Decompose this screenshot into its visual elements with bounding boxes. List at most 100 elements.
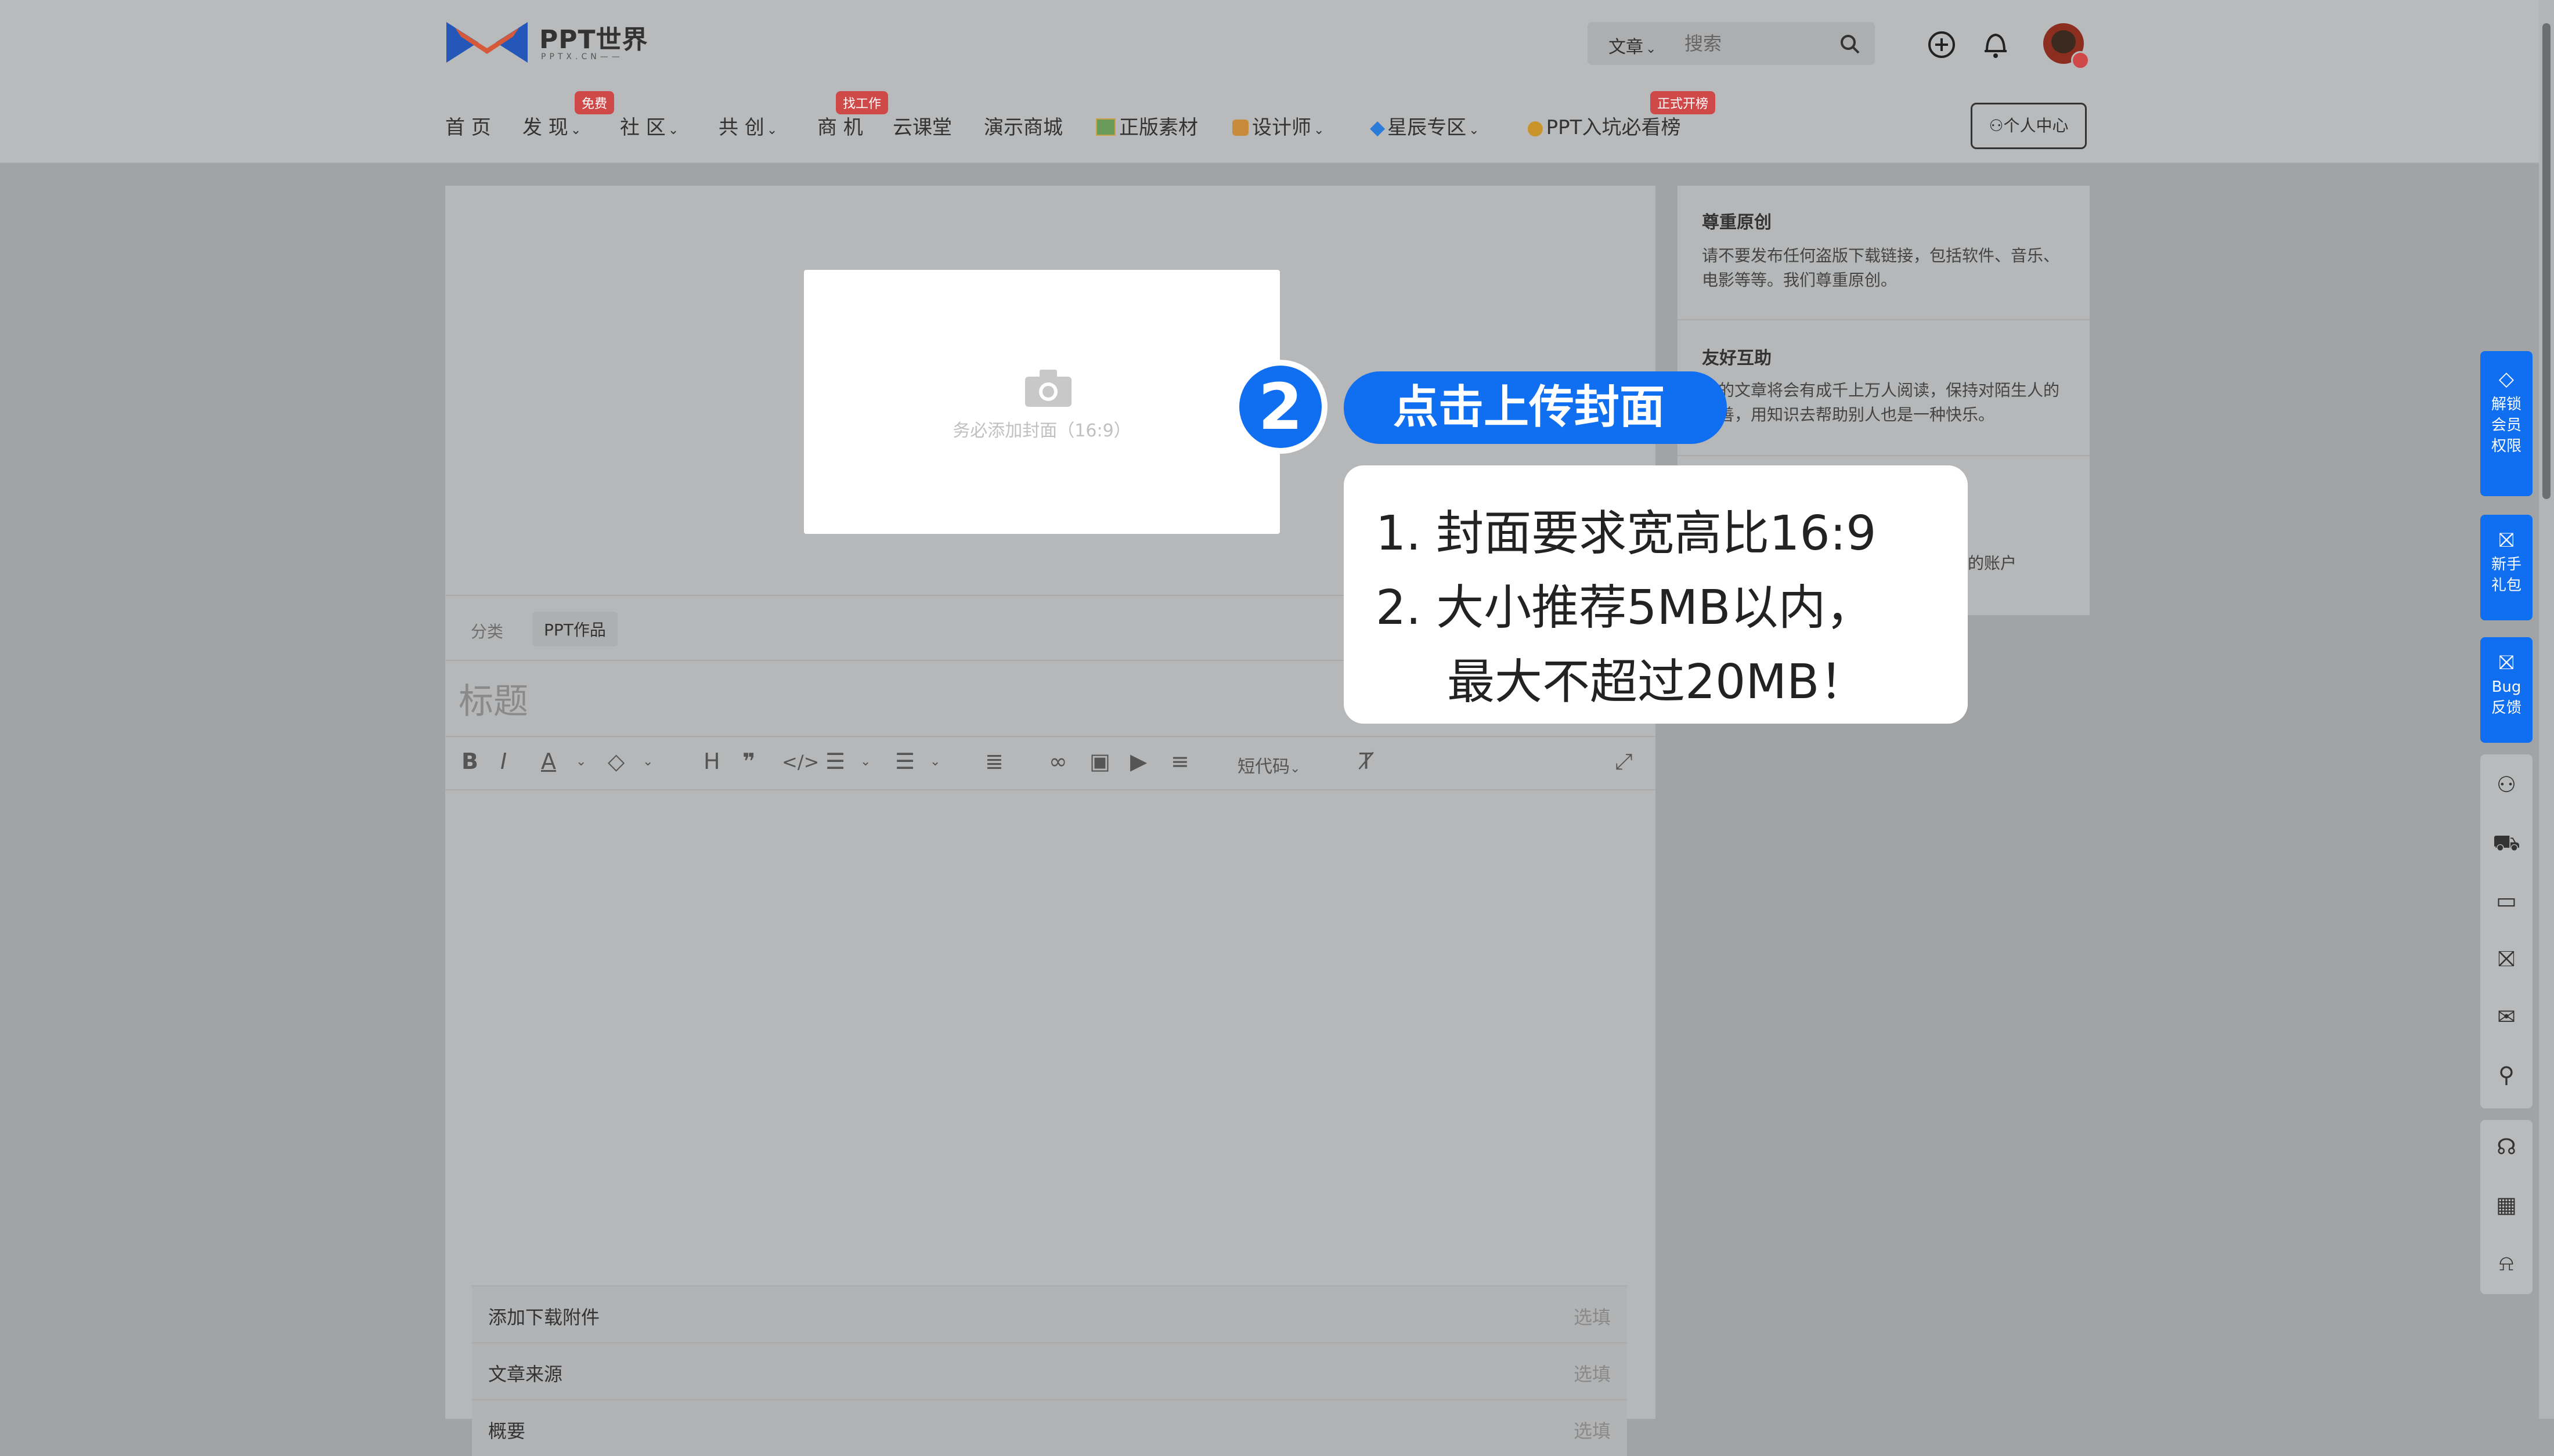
cart-icon[interactable]: ⛟ [2480,830,2533,859]
search-input[interactable] [1683,29,1837,58]
nav-business[interactable]: 商 机 [817,111,863,140]
heading-icon[interactable]: H [704,749,720,774]
bold-icon[interactable]: B [461,749,478,774]
chevron-down-icon[interactable]: ⌄ [576,754,586,769]
headset-icon[interactable]: ☊ [2480,1134,2533,1159]
nav-cocreate[interactable]: 共 创 ⌄ [719,111,777,140]
nav-home[interactable]: 首 页 [445,111,491,140]
cover-upload-button[interactable]: 务必添加封面（16:9） [804,270,1280,534]
search-icon[interactable] [1839,33,1861,55]
medal-icon: ● [1527,116,1544,139]
quote-icon[interactable]: ❞ [742,749,755,774]
picture-icon [1096,118,1116,136]
user-icon: ⚇ [1989,116,2004,135]
bug-feedback-button[interactable]: ⛝ Bug反馈 [2480,637,2533,743]
site-logo[interactable]: PPT世界 PPTX.CN—— [443,16,652,70]
chevron-down-icon: ⌄ [668,123,679,138]
italic-icon[interactable]: I [500,749,507,774]
nav-discover[interactable]: 发 现 ⌄ [522,111,581,140]
chevron-down-icon: ⌄ [1469,123,1480,138]
avatar[interactable] [2043,23,2090,70]
top-header: PPT世界 PPTX.CN—— 文章⌄ 免费 找工作 正式开榜 首 页 发 现⌄… [0,0,2539,164]
divider [1678,455,2090,456]
list-item[interactable]: 概要 选填 [472,1399,1627,1456]
link-icon[interactable]: ∞ [1049,749,1067,774]
nav-discover-label: 发 现 [522,116,568,139]
field-label: 文章来源 [488,1363,563,1385]
video-icon[interactable]: ▶ [1130,749,1147,774]
search-icon[interactable]: ⚲ [2480,1062,2533,1088]
shortcode-dropdown[interactable]: 短代码⌄ [1238,752,1300,778]
field-optional: 选填 [1573,1306,1611,1328]
tip-body: 你的文章将会有成千上万人阅读，保持对陌生人的友善，用知识去帮助别人也是一种快乐。 [1702,381,2060,424]
step-title-pill: 点击上传封面 [1344,371,1727,444]
rail-support: ☊ ▦ ⍾ [2480,1120,2533,1294]
nav-badge-free: 免费 [575,91,615,114]
code-icon[interactable]: </> [782,751,819,773]
alarm-icon[interactable]: ⍾ [2480,1250,2533,1276]
nav-business-label: 商 机 [817,116,863,139]
nav-stock[interactable]: 正版素材 [1096,111,1198,140]
nav-community-label: 社 区 [620,116,666,139]
chevron-down-icon[interactable]: ⌄ [860,754,871,769]
title-input[interactable]: 标题 [459,673,528,724]
gift-icon: ⛝ [2499,529,2514,552]
personal-center-label: 个人中心 [2003,116,2069,135]
diamond-icon: ◆ [1370,116,1386,139]
nav-store[interactable]: 演示商城 [984,111,1063,140]
requirement-line: 2. 大小推荐5MB以内， [1376,580,1874,635]
newbie-gift-label: 新手礼包 [2491,556,2521,594]
avatar-face [2051,30,2076,53]
bug-feedback-label: Bug反馈 [2491,678,2521,717]
nav-star-zone[interactable]: ◆ 星辰专区 ⌄ [1370,111,1480,140]
nav-star-zone-label: 星辰专区 [1387,116,1467,139]
nav-badge-jobs: 找工作 [836,91,889,114]
search-category-label: 文章 [1608,37,1643,57]
divider-icon[interactable]: ≡ [1171,749,1189,774]
user-icon[interactable]: ⚇ [2480,772,2533,797]
scrollbar[interactable] [2539,0,2554,1419]
nav-cloud-class[interactable]: 云课堂 [893,111,952,140]
extra-fields: 添加下载附件 选填 文章来源 选填 概要 选填 [472,1285,1627,1456]
search-category-select[interactable]: 文章 ⌄ [1608,32,1656,58]
category-label: 分类 [471,622,504,641]
nav-stock-label: 正版素材 [1119,116,1198,139]
mail-icon[interactable]: ✉ [2480,1004,2533,1029]
search-box: 文章 ⌄ [1588,22,1875,65]
gift-icon[interactable]: ⛝ [2480,946,2533,972]
newbie-gift-button[interactable]: ⛝ 新手礼包 [2480,515,2533,620]
chevron-down-icon: ⌄ [766,123,778,138]
font-color-icon[interactable]: A [541,749,556,774]
clear-format-icon[interactable]: Ⱦ [1359,749,1373,774]
nav-community[interactable]: 社 区 ⌄ [620,111,679,140]
plus-circle-icon[interactable] [1927,30,1956,59]
list-item[interactable]: 添加下载附件 选填 [472,1285,1627,1342]
category-tag[interactable]: PPT作品 [532,612,618,646]
step-number: 2 [1239,366,1322,448]
nav-home-label: 首 页 [445,116,491,139]
nav-ranking[interactable]: ● PPT入坑必看榜 [1527,111,1680,140]
ordered-list-icon[interactable]: ☰ [825,749,845,774]
image-icon[interactable]: ▣ [1090,749,1110,774]
chevron-down-icon: ⌄ [1314,123,1325,138]
ticket-icon[interactable]: ▭ [2480,888,2533,913]
tip-body: 请不要发布任何盗版下载链接，包括软件、音乐、电影等等。我们尊重原创。 [1702,246,2060,290]
diamond-icon: ◇ [2498,367,2515,391]
qrcode-icon[interactable]: ▦ [2480,1192,2533,1217]
personal-center-button[interactable]: ⚇个人中心 [1971,103,2087,149]
chevron-down-icon[interactable]: ⌄ [930,754,940,769]
nav-cocreate-label: 共 创 [719,116,764,139]
bullet-list-icon[interactable]: ☰ [895,749,915,774]
scrollbar-thumb[interactable] [2542,23,2551,499]
list-item[interactable]: 文章来源 选填 [472,1342,1627,1399]
unlock-vip-button[interactable]: ◇ 解锁会员权限 [2480,351,2533,496]
nav-designer[interactable]: 设计师 ⌄ [1232,111,1324,140]
align-icon[interactable]: ≣ [985,749,1004,774]
nav-designer-label: 设计师 [1252,116,1311,139]
bell-icon[interactable] [1981,28,2010,60]
chevron-down-icon: ⌄ [1646,42,1657,56]
fullscreen-icon[interactable]: ⤢ [1615,749,1632,775]
highlight-icon[interactable]: ◇ [608,749,625,774]
divider [1678,319,2090,320]
chevron-down-icon[interactable]: ⌄ [643,754,653,769]
